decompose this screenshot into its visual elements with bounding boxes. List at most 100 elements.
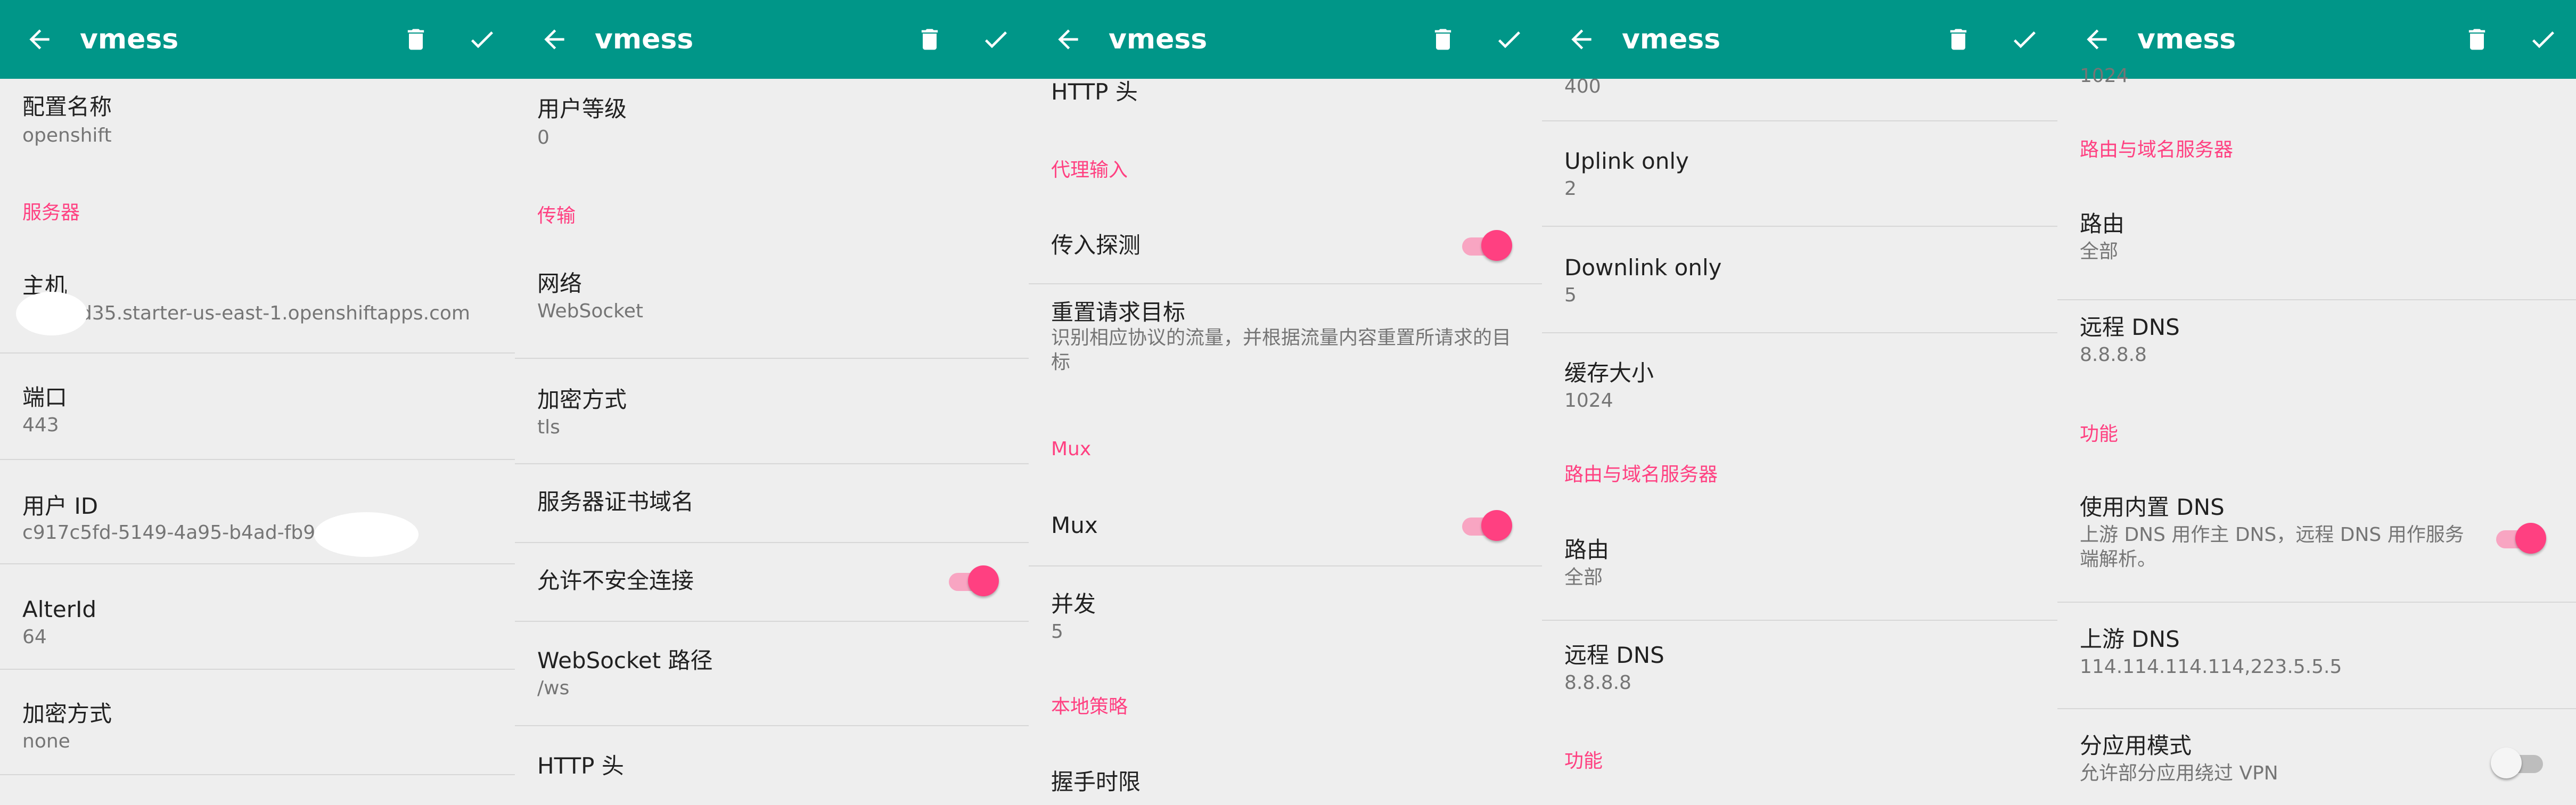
http-header-title: HTTP 头 [537, 753, 624, 779]
encryption-value: none [22, 730, 70, 752]
encryption-item[interactable]: 加密方式 none [0, 669, 515, 775]
config-name-title: 配置名称 [22, 94, 112, 120]
per-app-mode-toggle[interactable] [2490, 745, 2549, 779]
user-id-value: c917c5fd-5149-4a95-b4ad-fb9c5 [22, 522, 338, 544]
security-title: 加密方式 [537, 387, 627, 413]
redaction-blot [16, 292, 87, 335]
ws-path-title: WebSocket 路径 [537, 647, 713, 673]
uplink-only-item[interactable]: Uplink only 2 [1542, 120, 2057, 227]
category-features: 功能 [1564, 750, 1603, 772]
category-routing-dns: 路由与域名服务器 [2080, 139, 2234, 161]
trash-icon[interactable] [1429, 22, 1457, 56]
handshake-title: 握手时限 [1051, 769, 1141, 795]
uplink-only-title: Uplink only [1564, 148, 1689, 174]
toolbar-title: vmess [1109, 23, 1208, 55]
trash-icon[interactable] [916, 22, 944, 56]
remote-dns-item[interactable]: 远程 DNS 8.8.8.8 [1542, 620, 2057, 716]
server-cert-domain-item[interactable]: 服务器证书域名 [515, 463, 1029, 543]
builtin-dns-toggle[interactable] [2490, 521, 2549, 555]
prev-item[interactable]: 1024 [2057, 65, 2576, 100]
check-icon[interactable] [979, 24, 1013, 54]
per-app-mode-title: 分应用模式 [2080, 733, 2192, 759]
settings-panel-5: vmess 1024 路由与域名服务器 路由 全部 远程 DNS 8.8.8.8… [2057, 0, 2576, 805]
user-id-title: 用户 ID [22, 493, 99, 519]
back-arrow-icon[interactable] [538, 24, 570, 54]
sniffing-toggle[interactable] [1456, 228, 1515, 262]
prev-item[interactable]: 400 [1542, 76, 2057, 121]
check-icon[interactable] [1492, 24, 1526, 54]
per-app-mode-item[interactable]: 分应用模式 允许部分应用绕过 VPN [2057, 708, 2576, 805]
http-header-item[interactable]: HTTP 头 [515, 725, 1029, 805]
mux-title: Mux [1051, 512, 1098, 538]
downlink-only-item[interactable]: Downlink only 5 [1542, 226, 2057, 333]
port-title: 端口 [22, 384, 68, 410]
category-mux: Mux [1051, 438, 1092, 460]
routing-item[interactable]: 路由 全部 [2057, 195, 2576, 300]
encryption-title: 加密方式 [22, 701, 112, 727]
settings-panel-2: vmess 用户等级 0 传输 网络 WebSocket 加密方式 tls 服务… [515, 0, 1029, 805]
dest-override-title: 重置请求目标 [1051, 299, 1186, 325]
allow-insecure-item[interactable]: 允许不安全连接 [515, 542, 1029, 622]
trash-icon[interactable] [402, 22, 430, 56]
prev-value: 400 [1564, 76, 1601, 97]
remote-dns-item[interactable]: 远程 DNS 8.8.8.8 [2057, 299, 2576, 395]
concurrency-title: 并发 [1051, 591, 1096, 617]
allow-insecure-title: 允许不安全连接 [537, 568, 694, 594]
settings-panel-3: vmess HTTP 头 代理输入 传入探测 重置请求目标 识别相应协议的流量，… [1029, 0, 1542, 805]
network-item[interactable]: 网络 WebSocket [515, 268, 1029, 359]
alterid-value: 64 [22, 626, 47, 648]
security-value: tls [537, 416, 560, 438]
back-arrow-icon[interactable] [2081, 24, 2113, 54]
back-arrow-icon[interactable] [1052, 24, 1084, 54]
sniffing-item[interactable]: 传入探测 [1029, 214, 1542, 284]
server-cert-domain-title: 服务器证书域名 [537, 489, 694, 515]
trash-icon[interactable] [1945, 22, 1972, 56]
user-level-item[interactable]: 用户等级 0 [515, 94, 1029, 163]
routing-item[interactable]: 路由 全部 [1542, 524, 2057, 621]
dest-override-item[interactable]: 重置请求目标 识别相应协议的流量，并根据流量内容重置所请求的目标 [1029, 283, 1542, 390]
security-item[interactable]: 加密方式 tls [515, 358, 1029, 464]
concurrency-value: 5 [1051, 621, 1063, 643]
mux-toggle[interactable] [1456, 508, 1515, 542]
trash-icon[interactable] [2463, 22, 2491, 56]
routing-value: 全部 [2080, 241, 2119, 262]
remote-dns-title: 远程 DNS [2080, 314, 2180, 340]
host-value: d35.starter-us-east-1.openshiftapps.com [80, 302, 470, 324]
category-routing-dns: 路由与域名服务器 [1564, 464, 1718, 486]
check-icon[interactable] [2526, 24, 2560, 54]
builtin-dns-desc: 上游 DNS 用作主 DNS，远程 DNS 用作服务端解析。 [2080, 524, 2464, 570]
port-item[interactable]: 端口 443 [0, 352, 515, 460]
back-arrow-icon[interactable] [23, 24, 55, 54]
upstream-dns-title: 上游 DNS [2080, 626, 2180, 652]
user-id-item[interactable]: 用户 ID c917c5fd-5149-4a95-b4ad-fb9c5 [0, 459, 515, 564]
upstream-dns-item[interactable]: 上游 DNS 114.114.114.114,223.5.5.5 [2057, 602, 2576, 709]
config-name-item[interactable]: 配置名称 openshift [0, 92, 515, 161]
concurrency-item[interactable]: 并发 5 [1029, 565, 1542, 661]
check-icon[interactable] [2007, 24, 2041, 54]
port-value: 443 [22, 414, 59, 436]
remote-dns-value: 8.8.8.8 [2080, 344, 2147, 366]
allow-insecure-toggle[interactable] [942, 563, 1002, 597]
buffer-size-item[interactable]: 缓存大小 1024 [1542, 332, 2057, 417]
dest-override-desc: 识别相应协议的流量，并根据流量内容重置所请求的目标 [1051, 327, 1512, 373]
uplink-only-value: 2 [1564, 178, 1577, 200]
ws-path-item[interactable]: WebSocket 路径 /ws [515, 621, 1029, 726]
mux-item[interactable]: Mux [1029, 493, 1542, 566]
handshake-item[interactable]: 握手时限 [1029, 751, 1542, 805]
http-header-item[interactable]: HTTP 头 [1029, 79, 1542, 121]
ws-path-value: /ws [537, 677, 570, 699]
toolbar-title: vmess [595, 23, 694, 55]
downlink-only-title: Downlink only [1564, 254, 1722, 281]
builtin-dns-title: 使用内置 DNS [2080, 494, 2225, 520]
alterid-item[interactable]: AlterId 64 [0, 563, 515, 670]
per-app-mode-desc: 允许部分应用绕过 VPN [2080, 762, 2278, 784]
category-features: 功能 [2080, 423, 2119, 445]
toolbar: vmess [0, 0, 515, 79]
builtin-dns-item[interactable]: 使用内置 DNS 上游 DNS 用作主 DNS，远程 DNS 用作服务端解析。 [2057, 481, 2576, 603]
sniffing-title: 传入探测 [1051, 232, 1141, 258]
routing-title: 路由 [2080, 211, 2125, 237]
toolbar: vmess [1542, 0, 2057, 79]
back-arrow-icon[interactable] [1565, 24, 1597, 54]
check-icon[interactable] [465, 24, 499, 54]
host-item[interactable]: 主机 d35.starter-us-east-1.openshiftapps.c… [0, 270, 515, 354]
